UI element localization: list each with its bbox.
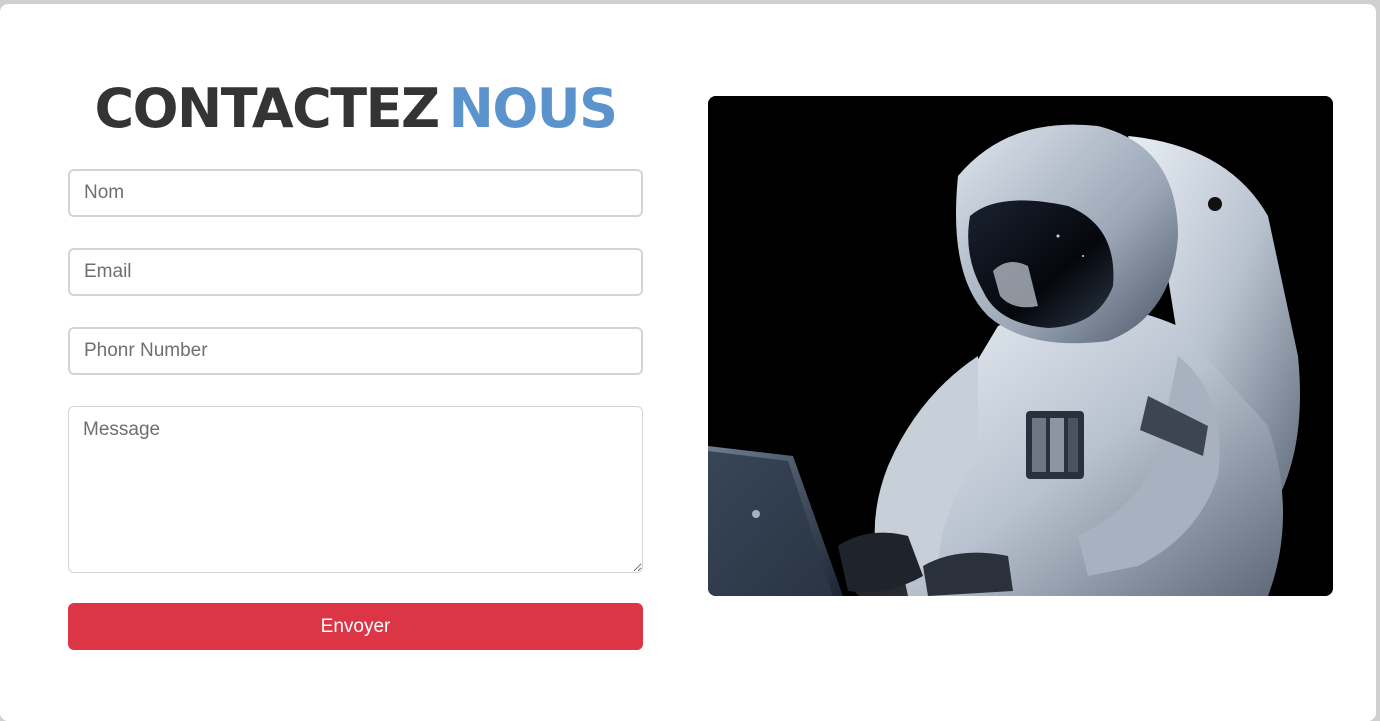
astronaut-image (708, 96, 1333, 596)
email-field[interactable] (68, 248, 643, 296)
message-field[interactable] (68, 406, 643, 573)
title-part-accent: NOUS (448, 77, 618, 140)
phone-field[interactable] (68, 327, 643, 375)
page-title: CONTACTEZ NOUS (68, 78, 643, 140)
contact-card: CONTACTEZNOUS Envoyer (0, 4, 1376, 721)
title-part-dark: CONTACTEZ (94, 77, 440, 140)
name-field[interactable] (68, 169, 643, 217)
submit-button[interactable]: Envoyer (68, 603, 643, 650)
